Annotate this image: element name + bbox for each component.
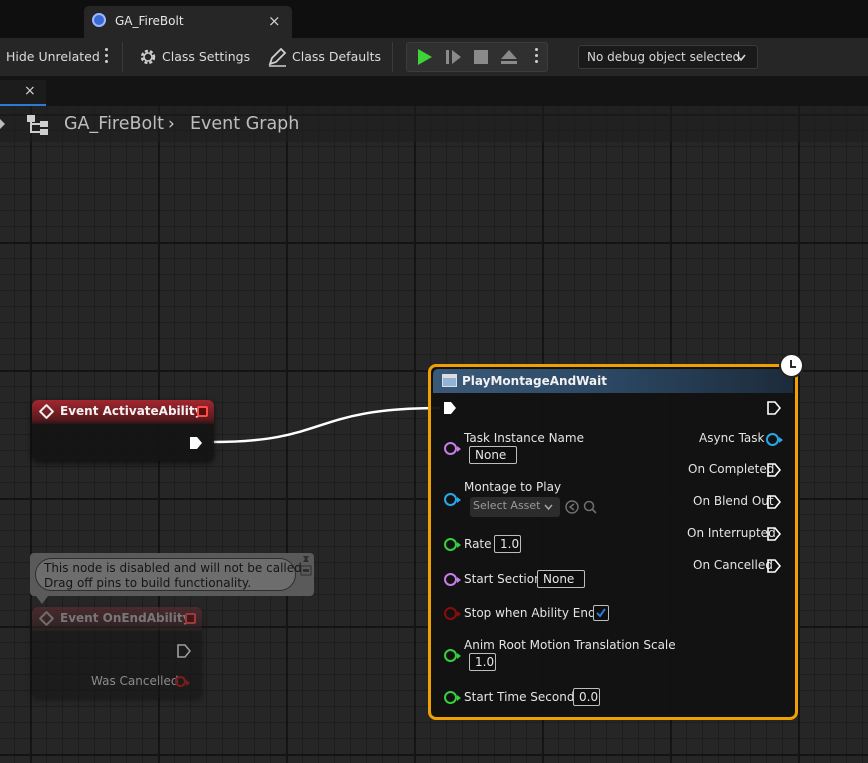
on-completed-label: On Completed bbox=[688, 462, 775, 476]
delegate-pin-icon[interactable] bbox=[197, 406, 208, 417]
comment-line-1: This node is disabled and will not be ca… bbox=[44, 561, 306, 575]
browse-asset-icon[interactable] bbox=[582, 499, 598, 515]
anim-root-motion-label: Anim Root Motion Translation Scale bbox=[464, 638, 676, 652]
on-blend-out-pin[interactable] bbox=[767, 495, 781, 509]
disabled-node-comment: This node is disabled and will not be ca… bbox=[30, 553, 314, 604]
class-defaults-icon[interactable] bbox=[266, 46, 288, 68]
tab-ga-firebolt[interactable]: GA_FireBolt × bbox=[84, 6, 292, 38]
anim-root-motion-field[interactable]: 1.0 bbox=[469, 653, 496, 671]
exec-in-pin[interactable] bbox=[443, 401, 457, 415]
montage-to-play-pin[interactable] bbox=[444, 493, 461, 506]
was-cancelled-pin[interactable] bbox=[175, 676, 190, 687]
document-tab-row bbox=[0, 76, 868, 106]
stop-when-ability-ends-checkbox[interactable] bbox=[593, 605, 609, 621]
toolbar-divider bbox=[392, 42, 393, 72]
task-instance-name-label: Task Instance Name bbox=[464, 431, 584, 445]
async-task-label: Async Task bbox=[699, 431, 765, 445]
on-cancelled-label: On Cancelled bbox=[693, 558, 773, 572]
on-interrupted-pin[interactable] bbox=[767, 527, 781, 541]
start-section-field[interactable]: None bbox=[537, 570, 585, 588]
event-on-end-ability-node[interactable]: Event OnEndAbility Was Cancelled bbox=[32, 607, 202, 698]
gear-icon[interactable] bbox=[138, 47, 158, 67]
montage-to-play-label: Montage to Play bbox=[464, 480, 562, 494]
exec-out-pin[interactable] bbox=[189, 436, 203, 450]
node-title: Event ActivateAbility bbox=[60, 404, 203, 418]
rate-label: Rate bbox=[464, 537, 492, 551]
breadcrumb-asset[interactable]: GA_FireBolt bbox=[64, 114, 164, 134]
rate-pin[interactable] bbox=[444, 538, 461, 551]
node-title: PlayMontageAndWait bbox=[462, 374, 607, 388]
document-tab[interactable]: × bbox=[0, 80, 46, 106]
on-cancelled-pin[interactable] bbox=[767, 559, 781, 573]
montage-asset-picker[interactable]: Select Asset bbox=[470, 497, 560, 517]
tab-label: GA_FireBolt bbox=[115, 14, 184, 28]
play-options-icon[interactable] bbox=[535, 48, 539, 64]
breadcrumb-separator: › bbox=[168, 114, 175, 134]
close-tab-icon[interactable]: × bbox=[268, 12, 281, 30]
chevron-down-icon bbox=[544, 504, 553, 511]
comment-line-2: Drag off pins to build functionality. bbox=[44, 576, 252, 590]
checkmark-icon bbox=[596, 608, 606, 618]
function-icon bbox=[442, 374, 457, 387]
breadcrumb-graph[interactable]: Event Graph bbox=[190, 114, 299, 134]
start-time-seconds-field[interactable]: 0.0 bbox=[573, 688, 600, 706]
pin-comment-icon[interactable] bbox=[300, 555, 312, 577]
on-interrupted-label: On Interrupted bbox=[687, 526, 776, 540]
on-blend-out-label: On Blend Out bbox=[693, 494, 774, 508]
event-activate-ability-node[interactable]: Event ActivateAbility bbox=[32, 400, 214, 461]
eject-icon[interactable] bbox=[498, 47, 520, 67]
stop-icon[interactable] bbox=[471, 47, 491, 67]
comment-tail bbox=[36, 596, 48, 604]
async-task-pin[interactable] bbox=[766, 433, 783, 446]
play-icon[interactable] bbox=[414, 47, 434, 67]
task-instance-name-field[interactable]: None bbox=[469, 446, 517, 464]
debug-object-label: No debug object selected bbox=[587, 50, 741, 64]
anim-root-motion-pin[interactable] bbox=[444, 649, 461, 662]
stop-when-ability-ends-pin[interactable] bbox=[444, 607, 461, 620]
start-section-label: Start Section bbox=[464, 572, 542, 586]
was-cancelled-label: Was Cancelled bbox=[91, 674, 179, 688]
asset-picker-placeholder: Select Asset bbox=[473, 499, 541, 512]
chevron-down-icon bbox=[736, 54, 746, 62]
node-title: Event OnEndAbility bbox=[60, 611, 191, 625]
step-icon[interactable] bbox=[443, 47, 463, 67]
class-settings-button[interactable]: Class Settings bbox=[162, 49, 250, 64]
stop-when-ability-ends-label: Stop when Ability Ends bbox=[464, 606, 602, 620]
rate-field[interactable]: 1.0 bbox=[494, 535, 521, 553]
graph-hierarchy-icon bbox=[27, 115, 48, 135]
blueprint-icon bbox=[92, 13, 106, 27]
then-exec-out-pin[interactable] bbox=[767, 401, 781, 415]
debug-object-dropdown[interactable]: No debug object selected bbox=[578, 45, 758, 69]
exec-out-pin[interactable] bbox=[177, 644, 191, 658]
hide-unrelated-button[interactable]: Hide Unrelated bbox=[6, 49, 100, 64]
start-time-seconds-label: Start Time Seconds bbox=[464, 690, 581, 704]
use-selected-asset-icon[interactable] bbox=[564, 499, 580, 515]
start-section-pin[interactable] bbox=[444, 573, 461, 586]
on-completed-pin[interactable] bbox=[767, 463, 781, 477]
more-options-icon[interactable] bbox=[105, 48, 109, 64]
delegate-pin-icon[interactable] bbox=[185, 613, 196, 624]
node-header: PlayMontageAndWait bbox=[433, 369, 793, 393]
back-arrow-icon[interactable] bbox=[0, 119, 6, 129]
toolbar-divider bbox=[122, 42, 123, 72]
class-defaults-button[interactable]: Class Defaults bbox=[292, 49, 381, 64]
start-time-seconds-pin[interactable] bbox=[444, 691, 461, 704]
task-instance-name-pin[interactable] bbox=[444, 442, 461, 455]
close-document-icon[interactable]: × bbox=[24, 83, 36, 99]
latent-clock-icon bbox=[779, 353, 804, 378]
